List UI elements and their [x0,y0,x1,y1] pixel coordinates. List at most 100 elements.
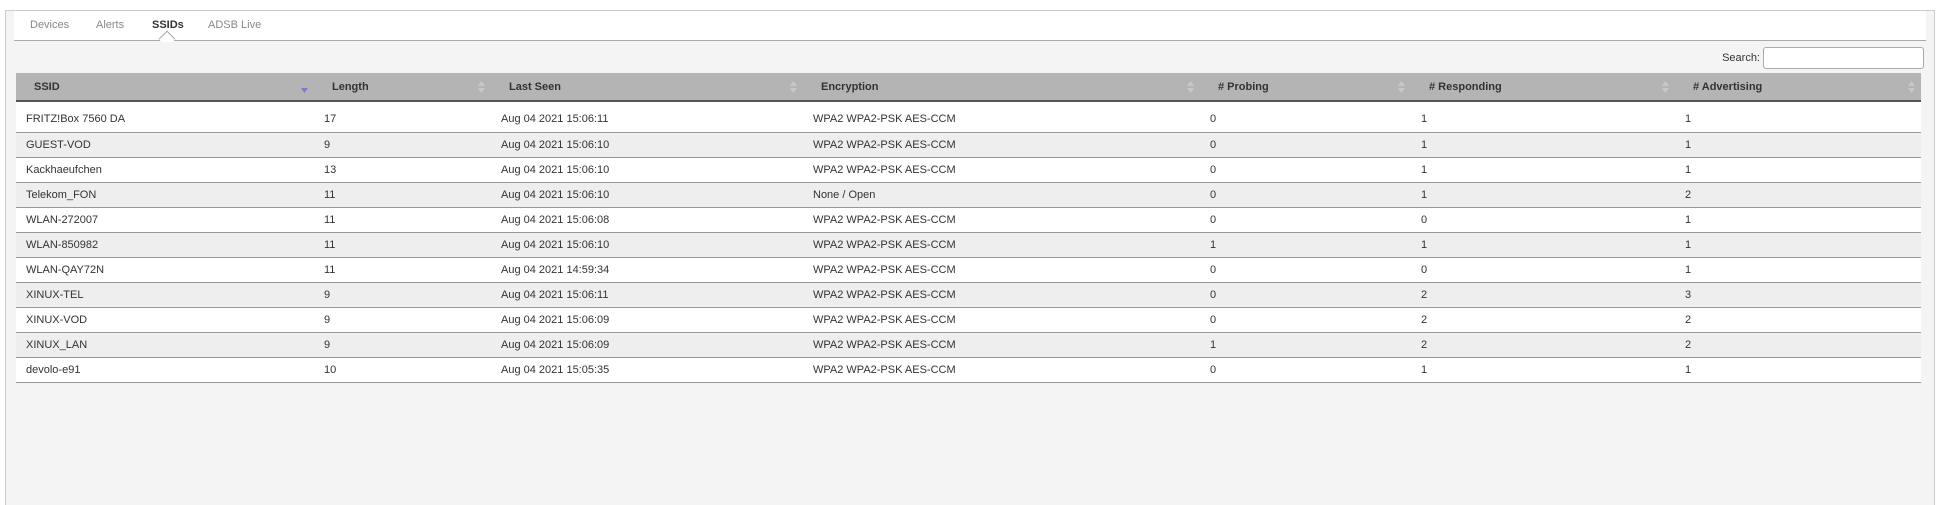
cell-responding: 1 [1411,357,1675,383]
cell-probing: 0 [1200,132,1411,158]
cell-length: 11 [314,257,491,283]
cell-responding: 1 [1411,182,1675,208]
cell-ssid: XINUX_LAN [16,332,314,358]
cell-probing: 0 [1200,282,1411,308]
cell-last-seen: Aug 04 2021 14:59:34 [491,257,803,283]
column-header-probing[interactable]: # Probing [1200,73,1411,102]
table-row[interactable]: GUEST-VOD 9 Aug 04 2021 15:06:10 WPA2 WPA2-… [16,132,1921,158]
column-header-label: # Probing [1218,80,1269,93]
sort-descending-icon [301,88,308,93]
cell-responding: 1 [1411,107,1675,133]
tab-alerts[interactable]: Alerts [96,19,124,31]
column-header-encryption[interactable]: Encryption [803,73,1200,102]
cell-length: 9 [314,132,491,158]
column-header-last-seen[interactable]: Last Seen [491,73,803,102]
table-row[interactable]: XINUX_LAN 9 Aug 04 2021 15:06:09 WPA2 WPA2-… [16,332,1921,358]
table-row[interactable]: XINUX-VOD 9 Aug 04 2021 15:06:09 WPA2 WPA2-… [16,307,1921,333]
cell-last-seen: Aug 04 2021 15:06:08 [491,207,803,233]
sort-both-icon [790,81,797,93]
search-input[interactable] [1763,47,1924,69]
cell-responding: 1 [1411,157,1675,183]
cell-probing: 1 [1200,232,1411,258]
table-row[interactable]: Kackhaeufchen 13 Aug 04 2021 15:06:10 WPA2 … [16,157,1921,183]
table-row[interactable]: WLAN-850982 11 Aug 04 2021 15:06:10 WPA2 WP… [16,232,1921,258]
cell-last-seen: Aug 04 2021 15:06:11 [491,282,803,308]
table-row[interactable]: WLAN-272007 11 Aug 04 2021 15:06:08 WPA2 WP… [16,207,1921,233]
cell-probing: 1 [1200,332,1411,358]
sort-both-icon [1187,81,1194,93]
column-header-label: Encryption [821,80,879,93]
cell-encryption: WPA2 WPA2-PSK AES-CCM [803,157,1200,183]
cell-length: 9 [314,307,491,333]
cell-ssid: GUEST-VOD [16,132,314,158]
sort-both-icon [1908,81,1915,93]
cell-last-seen: Aug 04 2021 15:06:09 [491,307,803,333]
cell-advertising: 1 [1675,207,1921,233]
cell-encryption: None / Open [803,182,1200,208]
cell-probing: 0 [1200,107,1411,133]
column-header-label: # Advertising [1693,80,1763,93]
cell-encryption: WPA2 WPA2-PSK AES-CCM [803,332,1200,358]
cell-responding: 2 [1411,307,1675,333]
cell-length: 9 [314,282,491,308]
table-row[interactable]: WLAN-QAY72N 11 Aug 04 2021 14:59:34 WPA2 WP… [16,257,1921,283]
column-header-label: Length [332,80,369,93]
cell-encryption: WPA2 WPA2-PSK AES-CCM [803,232,1200,258]
tab-devices[interactable]: Devices [30,19,69,31]
cell-last-seen: Aug 04 2021 15:05:35 [491,357,803,383]
cell-advertising: 1 [1675,132,1921,158]
cell-responding: 2 [1411,282,1675,308]
cell-length: 11 [314,207,491,233]
cell-responding: 0 [1411,257,1675,283]
table-row[interactable]: devolo-e91 10 Aug 04 2021 15:05:35 WPA2 WPA… [16,357,1921,383]
table-body: FRITZ!Box 7560 DA 17 Aug 04 2021 15:06:11 W… [16,101,1921,383]
cell-probing: 0 [1200,182,1411,208]
cell-ssid: Kackhaeufchen [16,157,314,183]
cell-encryption: WPA2 WPA2-PSK AES-CCM [803,257,1200,283]
tab-adsb-live[interactable]: ADSB Live [208,19,261,31]
cell-length: 13 [314,157,491,183]
cell-length: 10 [314,357,491,383]
cell-encryption: WPA2 WPA2-PSK AES-CCM [803,282,1200,308]
cell-advertising: 2 [1675,332,1921,358]
cell-length: 9 [314,332,491,358]
table-row[interactable]: XINUX-TEL 9 Aug 04 2021 15:06:11 WPA2 WPA2-… [16,282,1921,308]
table-header-row: SSID Length Last Seen Encryption # Probi… [16,73,1921,102]
cell-length: 17 [314,107,491,133]
cell-encryption: WPA2 WPA2-PSK AES-CCM [803,207,1200,233]
cell-ssid: WLAN-850982 [16,232,314,258]
cell-advertising: 1 [1675,257,1921,283]
column-header-length[interactable]: Length [314,73,491,102]
cell-ssid: XINUX-TEL [16,282,314,308]
tab-content: Search: SSID Length Last Seen Encryption… [14,42,1926,505]
cell-advertising: 2 [1675,307,1921,333]
cell-ssid: WLAN-272007 [16,207,314,233]
column-header-responding[interactable]: # Responding [1411,73,1675,102]
cell-advertising: 3 [1675,282,1921,308]
cell-last-seen: Aug 04 2021 15:06:10 [491,132,803,158]
column-header-ssid[interactable]: SSID [16,73,314,102]
cell-length: 11 [314,232,491,258]
cell-last-seen: Aug 04 2021 15:06:10 [491,232,803,258]
tab-ssids[interactable]: SSIDs [152,19,184,31]
cell-ssid: XINUX-VOD [16,307,314,333]
cell-length: 11 [314,182,491,208]
tab-bar: Devices Alerts SSIDs ADSB Live [14,11,1926,48]
cell-probing: 0 [1200,307,1411,333]
cell-encryption: WPA2 WPA2-PSK AES-CCM [803,132,1200,158]
cell-advertising: 2 [1675,182,1921,208]
cell-advertising: 1 [1675,107,1921,133]
column-header-advertising[interactable]: # Advertising [1675,73,1921,102]
cell-encryption: WPA2 WPA2-PSK AES-CCM [803,357,1200,383]
table-row[interactable]: FRITZ!Box 7560 DA 17 Aug 04 2021 15:06:11 W… [16,107,1921,133]
search-bar: Search: [1722,47,1924,69]
cell-last-seen: Aug 04 2021 15:06:11 [491,107,803,133]
cell-advertising: 1 [1675,157,1921,183]
ssids-panel: Devices Alerts SSIDs ADSB Live Search: S… [5,10,1935,505]
search-label: Search: [1722,52,1760,64]
table-row[interactable]: Telekom_FON 11 Aug 04 2021 15:06:10 None / … [16,182,1921,208]
cell-encryption: WPA2 WPA2-PSK AES-CCM [803,107,1200,133]
cell-probing: 0 [1200,357,1411,383]
column-header-label: # Responding [1429,80,1502,93]
cell-ssid: FRITZ!Box 7560 DA [16,107,314,133]
